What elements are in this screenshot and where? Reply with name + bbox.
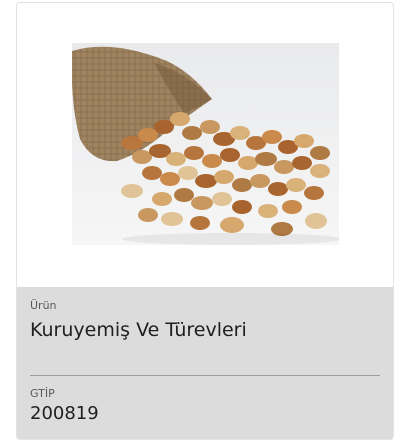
product-name-label: Ürün	[30, 299, 57, 312]
product-info-panel: Ürün Kuruyemiş Ve Türevleri GTİP 200819	[17, 287, 393, 439]
product-image	[72, 43, 339, 245]
mixed-nuts-sack-photo-icon	[72, 43, 339, 245]
divider	[30, 375, 380, 376]
gtip-label: GTİP	[30, 387, 55, 400]
product-name-value: Kuruyemiş Ve Türevleri	[30, 319, 247, 341]
gtip-value: 200819	[30, 403, 99, 424]
product-card[interactable]: Ürün Kuruyemiş Ve Türevleri GTİP 200819	[16, 2, 394, 440]
